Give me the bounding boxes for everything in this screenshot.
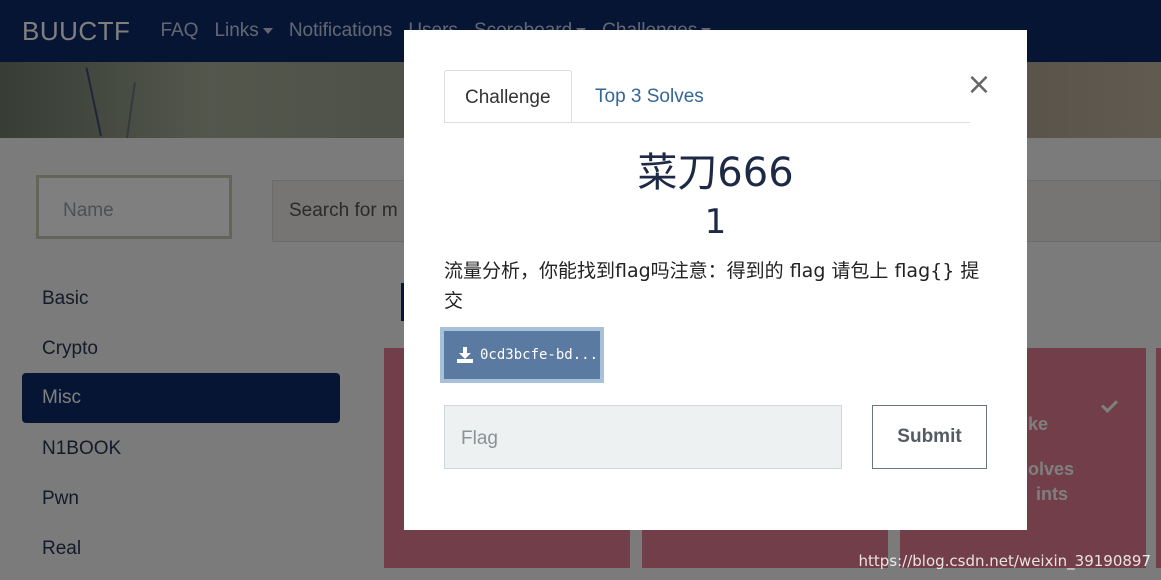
tab-challenge[interactable]: Challenge xyxy=(444,70,572,122)
tab-divider xyxy=(444,122,970,123)
flag-input[interactable]: Flag xyxy=(444,405,842,469)
submit-button[interactable]: Submit xyxy=(872,405,987,469)
close-button[interactable]: × xyxy=(964,70,994,100)
challenge-modal: Challenge Top 3 Solves × 菜刀666 1 流量分析，你能… xyxy=(404,30,1027,530)
download-icon xyxy=(457,347,473,363)
challenge-description: 流量分析，你能找到flag吗注意：得到的 flag 请包上 flag{} 提交 xyxy=(444,260,980,312)
challenge-value: 1 xyxy=(704,202,727,242)
file-name: 0cd3bcfe-bd... xyxy=(480,347,599,363)
watermark: https://blog.csdn.net/weixin_39190897 xyxy=(858,552,1151,570)
challenge-name: 菜刀666 xyxy=(637,150,794,196)
file-download-button[interactable]: 0cd3bcfe-bd... xyxy=(440,327,604,383)
tab-top-solves[interactable]: Top 3 Solves xyxy=(575,70,724,122)
